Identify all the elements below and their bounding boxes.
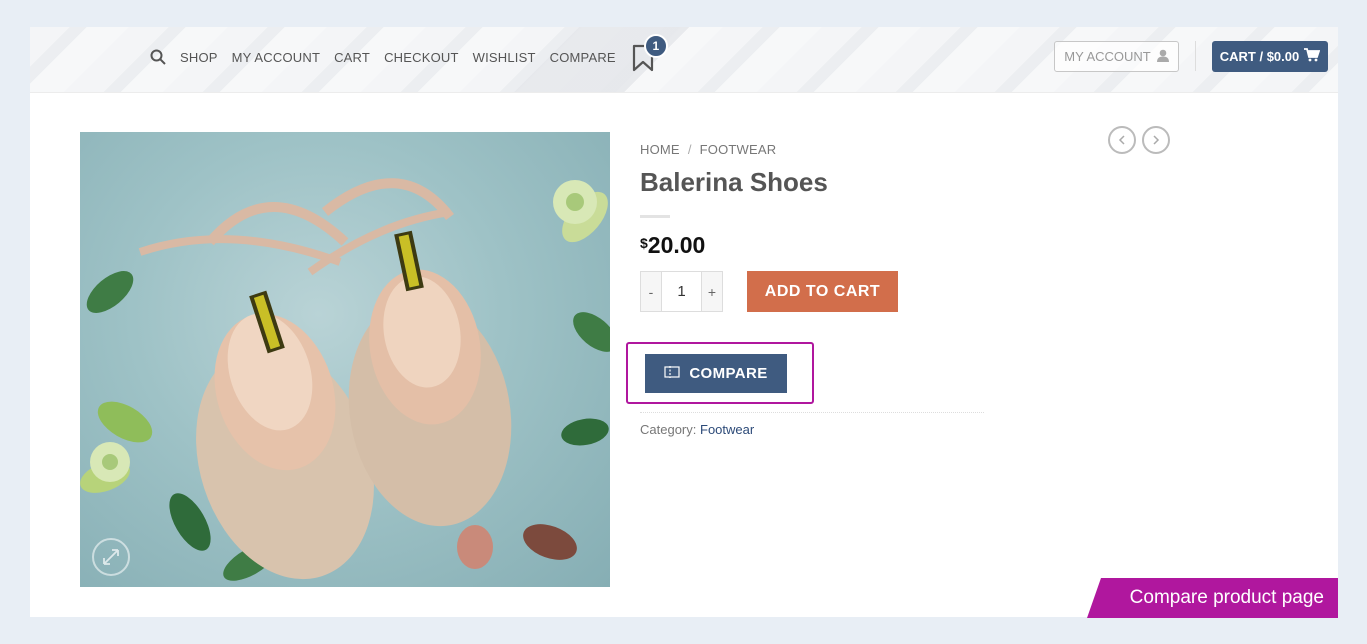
wishlist-count-badge: 1 (643, 34, 668, 58)
compare-icon (664, 365, 680, 382)
my-account-label: MY ACCOUNT (1064, 49, 1151, 64)
quantity-plus-button[interactable]: + (701, 271, 723, 312)
breadcrumb-footwear[interactable]: FOOTWEAR (700, 142, 777, 157)
product-title: Balerina Shoes (640, 167, 828, 197)
nav-shop[interactable]: SHOP (180, 50, 218, 65)
quantity-stepper: - 1 + (640, 271, 723, 312)
product-image (80, 132, 610, 587)
caption-ribbon: Compare product page (1087, 578, 1338, 618)
previous-product-icon[interactable] (1108, 126, 1136, 154)
price-currency: $ (640, 235, 648, 251)
user-icon (1156, 49, 1169, 65)
main-nav: SHOP MY ACCOUNT CART CHECKOUT WISHLIST C… (148, 27, 668, 87)
cart-button[interactable]: CART / $0.00 (1212, 41, 1328, 72)
quantity-minus-button[interactable]: - (640, 271, 662, 312)
category-label: Category: (640, 422, 697, 437)
site-header: SHOP MY ACCOUNT CART CHECKOUT WISHLIST C… (30, 27, 1338, 93)
breadcrumb: HOME / FOOTWEAR (640, 142, 776, 157)
zoom-icon[interactable] (92, 538, 130, 576)
breadcrumb-home[interactable]: HOME (640, 142, 680, 157)
nav-compare[interactable]: COMPARE (550, 50, 616, 65)
category-link[interactable]: Footwear (700, 422, 754, 437)
next-product-icon[interactable] (1142, 126, 1170, 154)
search-icon[interactable] (148, 47, 168, 67)
header-divider (1195, 41, 1196, 71)
title-divider (640, 215, 670, 218)
nav-my-account[interactable]: MY ACCOUNT (232, 50, 320, 65)
wishlist-icon[interactable]: 1 (632, 34, 668, 72)
compare-button[interactable]: COMPARE (645, 354, 787, 393)
cart-icon (1304, 48, 1321, 65)
add-to-cart-button[interactable]: ADD TO CART (747, 271, 898, 312)
ballerina-shoes-photo (80, 178, 610, 581)
cart-button-label: CART / $0.00 (1219, 49, 1300, 64)
compare-button-label: COMPARE (689, 365, 768, 382)
nav-cart[interactable]: CART (334, 50, 370, 65)
nav-wishlist[interactable]: WISHLIST (473, 50, 536, 65)
product-nav-arrows (1108, 126, 1170, 154)
my-account-button[interactable]: MY ACCOUNT (1054, 41, 1179, 72)
page-frame: SHOP MY ACCOUNT CART CHECKOUT WISHLIST C… (30, 27, 1338, 617)
breadcrumb-separator: / (687, 142, 692, 157)
price-amount: 20.00 (647, 232, 706, 258)
product-category: Category: Footwear (640, 422, 754, 437)
nav-checkout[interactable]: CHECKOUT (384, 50, 459, 65)
quantity-input[interactable]: 1 (662, 271, 701, 312)
product-price: $20.00 (640, 232, 705, 259)
meta-divider (640, 412, 984, 413)
